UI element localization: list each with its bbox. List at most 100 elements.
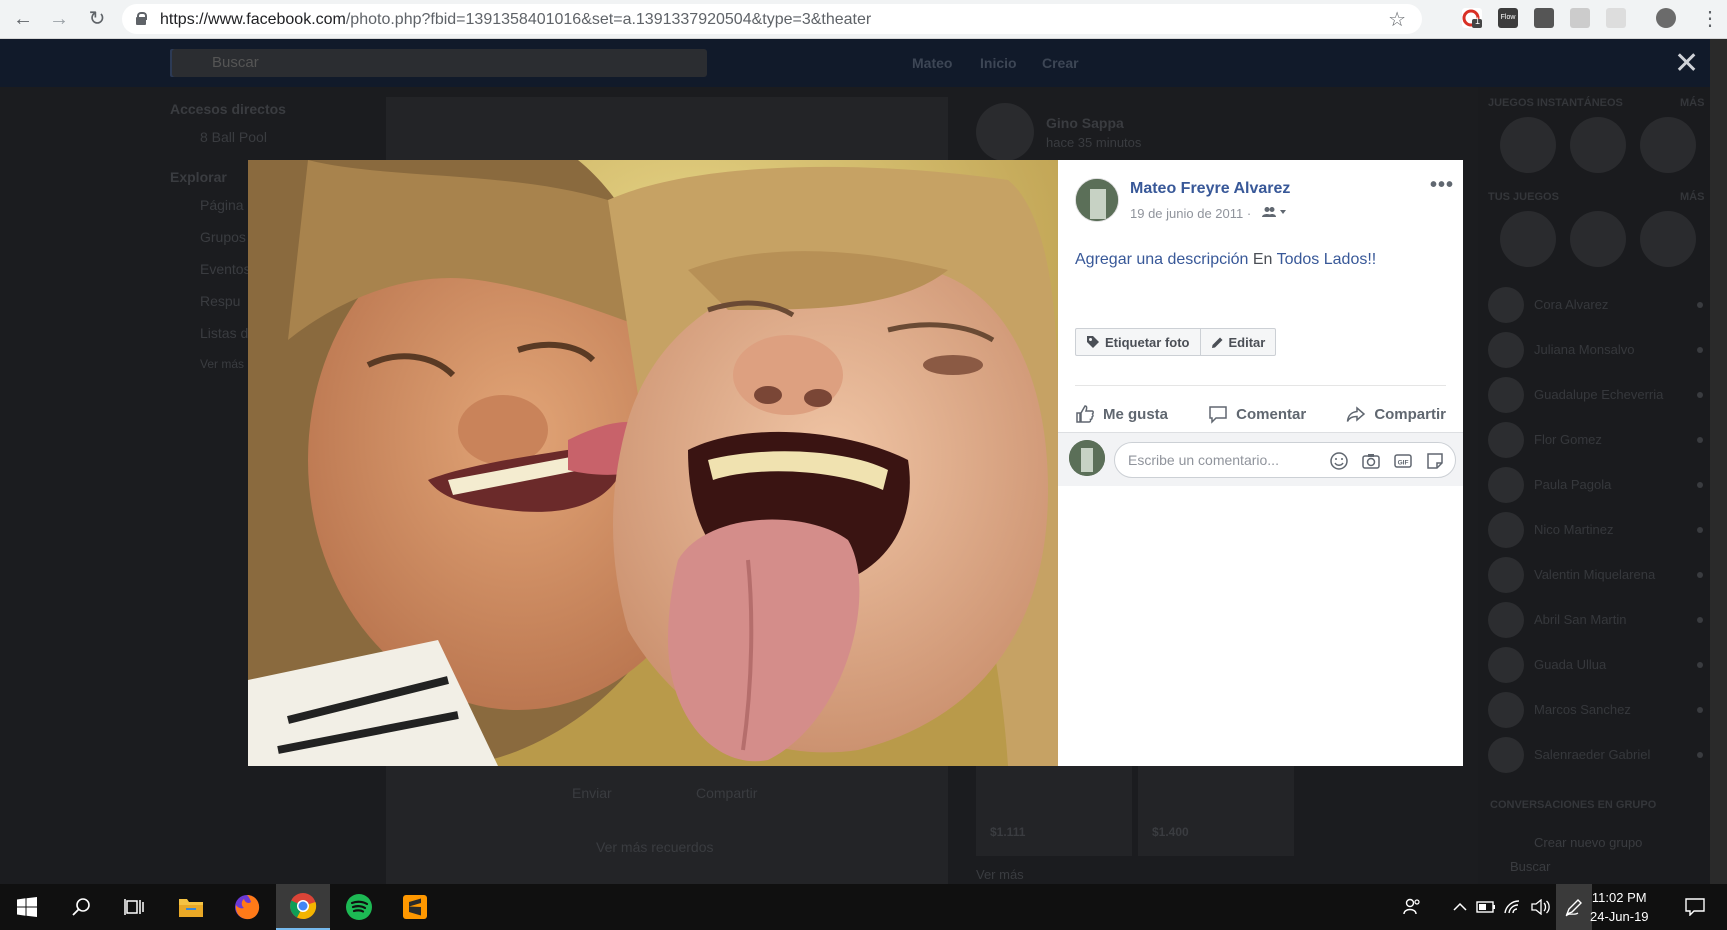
forward-icon[interactable]: → — [46, 6, 72, 32]
search-icon[interactable] — [54, 884, 108, 930]
nav-create[interactable]: Crear — [1042, 55, 1079, 71]
reload-icon[interactable]: ↻ — [84, 6, 110, 32]
like-label: Me gusta — [1103, 405, 1169, 423]
battery-icon[interactable] — [1474, 884, 1498, 930]
online-dot — [1697, 392, 1703, 398]
explore-item-groups[interactable]: Grupos — [200, 229, 246, 245]
task-view-icon[interactable] — [108, 884, 162, 930]
close-theater-icon[interactable]: ✕ — [1674, 49, 1699, 79]
comment-input[interactable]: Escribe un comentario... GIF — [1114, 442, 1456, 478]
avatar — [1488, 422, 1524, 458]
share-button[interactable]: Compartir — [1346, 392, 1446, 436]
story-avatar[interactable] — [976, 103, 1034, 161]
author-avatar[interactable] — [1075, 178, 1119, 222]
edit-button[interactable]: Editar — [1199, 329, 1276, 355]
author-name[interactable]: Mateo Freyre Alvarez — [1130, 180, 1290, 198]
lock-icon — [136, 12, 147, 25]
chevron-up-icon[interactable] — [1448, 884, 1472, 930]
explore-item-lists[interactable]: Listas d — [200, 325, 248, 341]
contact-item[interactable]: Nico Martinez — [1488, 512, 1703, 548]
contact-item[interactable]: Guadalupe Echeverria — [1488, 377, 1703, 413]
explore-item-pages[interactable]: Página — [200, 197, 244, 213]
contact-item[interactable]: Valentin Miquelarena — [1488, 557, 1703, 593]
post-date[interactable]: 19 de junio de 2011 · — [1130, 206, 1251, 221]
contact-item[interactable]: Juliana Monsalvo — [1488, 332, 1703, 368]
extension-icon-3[interactable] — [1570, 8, 1590, 28]
avatar — [1488, 467, 1524, 503]
tag-photo-button[interactable]: Etiquetar foto — [1076, 329, 1200, 355]
game-thumb-3[interactable] — [1640, 117, 1696, 173]
system-clock[interactable]: 11:02 PM 24-Jun-19 — [1590, 888, 1649, 926]
share-button-bg[interactable]: Compartir — [696, 785, 757, 801]
people-icon[interactable] — [1394, 884, 1430, 930]
add-description-link[interactable]: Agregar una descripción — [1075, 251, 1248, 268]
extension-icon-4[interactable] — [1606, 8, 1626, 28]
game-soccer-icon[interactable] — [1570, 211, 1626, 267]
explore-title: Explorar — [170, 169, 227, 185]
contact-name: Marcos Sanchez — [1534, 702, 1631, 717]
photo[interactable] — [248, 160, 1058, 766]
explore-see-more[interactable]: Ver más — [200, 357, 244, 371]
chrome-icon[interactable] — [276, 884, 330, 930]
create-new-group[interactable]: Crear nuevo grupo — [1534, 835, 1642, 850]
contact-item[interactable]: Paula Pagola — [1488, 467, 1703, 503]
contact-item[interactable]: Marcos Sanchez — [1488, 692, 1703, 728]
your-games-more[interactable]: MÁS — [1680, 191, 1704, 203]
explore-item-events[interactable]: Eventos — [200, 261, 251, 277]
bookmark-star-icon[interactable]: ☆ — [1388, 7, 1406, 32]
notifications-icon[interactable] — [1672, 884, 1718, 930]
contact-name: Guada Ullua — [1534, 657, 1607, 672]
camera-icon[interactable] — [1361, 451, 1381, 471]
like-button[interactable]: Me gusta — [1075, 392, 1168, 436]
see-more-link[interactable]: Ver más — [976, 867, 1024, 882]
start-windows-icon[interactable] — [0, 884, 54, 930]
marketplace-item-1[interactable] — [976, 764, 1132, 856]
file-explorer-icon[interactable] — [164, 884, 218, 930]
game-thumb-2[interactable] — [1570, 117, 1626, 173]
extension-icon-2[interactable] — [1534, 8, 1554, 28]
page-scrollbar[interactable] — [1710, 39, 1727, 884]
location-link[interactable]: Todos Lados!! — [1277, 251, 1377, 268]
post-date-separator: · — [1246, 206, 1252, 221]
nav-home[interactable]: Inicio — [980, 55, 1017, 71]
sublime-text-icon[interactable] — [388, 884, 442, 930]
contact-item[interactable]: Cora Alvarez — [1488, 287, 1703, 323]
gif-icon[interactable]: GIF — [1393, 451, 1413, 471]
browser-menu-icon[interactable]: ⋮ — [1700, 6, 1720, 31]
extension-opera-icon[interactable]: 1 — [1462, 8, 1482, 28]
game-thumb-1[interactable] — [1500, 117, 1556, 173]
back-icon[interactable]: ← — [10, 6, 36, 32]
online-dot — [1697, 437, 1703, 443]
game-3-icon[interactable] — [1640, 211, 1696, 267]
contact-item[interactable]: Flor Gomez — [1488, 422, 1703, 458]
contact-item[interactable]: Guada Ullua — [1488, 647, 1703, 683]
contact-item[interactable]: Salenraeder Gabriel — [1488, 737, 1703, 773]
volume-icon[interactable] — [1528, 884, 1554, 930]
instant-games-more[interactable]: MÁS — [1680, 97, 1704, 109]
audience-selector[interactable] — [1262, 206, 1290, 221]
marketplace-item-2[interactable] — [1138, 764, 1294, 856]
game-8-ball-icon[interactable] — [1500, 211, 1556, 267]
facebook-search-input[interactable]: Buscar — [172, 49, 707, 77]
avatar — [1488, 647, 1524, 683]
contact-item[interactable]: Abril San Martin — [1488, 602, 1703, 638]
sticker-icon[interactable] — [1425, 451, 1445, 471]
shortcut-8-ball-pool[interactable]: 8 Ball Pool — [200, 129, 267, 145]
story-name[interactable]: Gino Sappa — [1046, 115, 1124, 131]
emoji-icon[interactable] — [1329, 451, 1349, 471]
pen-ink-icon[interactable] — [1556, 884, 1592, 930]
group-conversations-title: CONVERSACIONES EN GRUPO — [1490, 799, 1657, 811]
explore-item-answers[interactable]: Respu — [200, 293, 240, 309]
more-options-icon[interactable]: ••• — [1430, 174, 1454, 197]
extension-flow-icon[interactable]: Flow — [1498, 8, 1518, 28]
comment-button[interactable]: Comentar — [1208, 392, 1306, 436]
send-button[interactable]: Enviar — [572, 785, 612, 801]
profile-avatar-icon[interactable] — [1656, 8, 1676, 28]
spotify-icon[interactable] — [332, 884, 386, 930]
firefox-icon[interactable] — [220, 884, 274, 930]
address-bar[interactable]: https://www.facebook.com/photo.php?fbid=… — [122, 4, 1422, 34]
nav-profile[interactable]: Mateo — [912, 55, 952, 71]
wifi-icon[interactable] — [1500, 884, 1526, 930]
chat-search[interactable]: Buscar — [1510, 859, 1550, 874]
see-more-memories[interactable]: Ver más recuerdos — [596, 839, 714, 855]
